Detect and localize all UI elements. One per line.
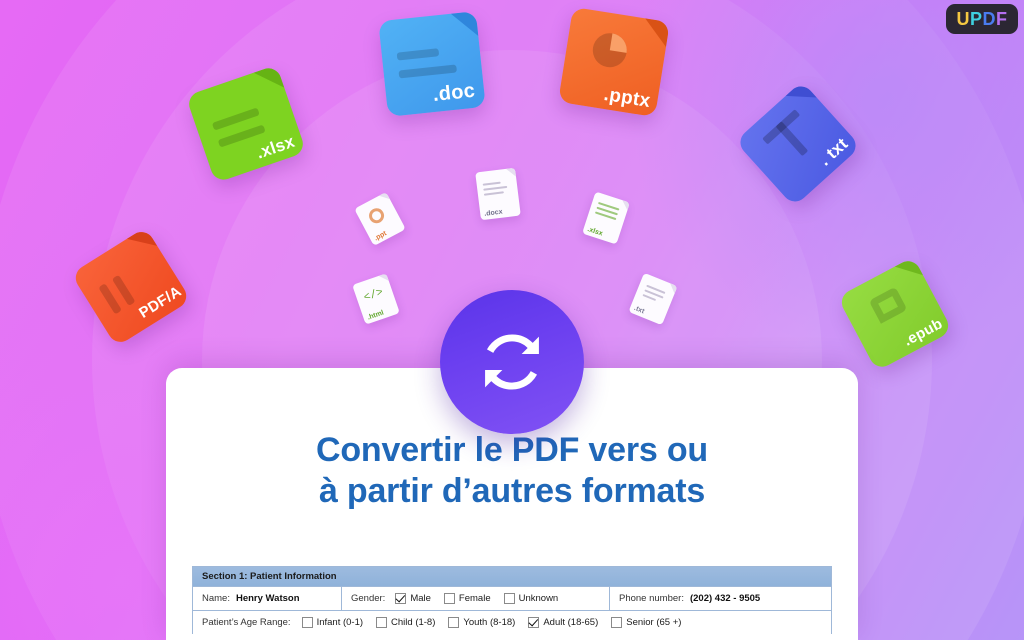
age-option-label: Infant (0-1) [316,617,364,628]
file-card-txt: . txt [735,81,861,207]
age-option-youth[interactable]: Youth (8-18) [448,617,515,628]
doc-line [483,191,504,196]
gender-option-label: Female [458,593,491,604]
file-card-label: .pptx [602,83,652,113]
age-option-label: Adult (18-65) [543,617,599,628]
page-title-line1: Convertir le PDF vers ou [316,431,708,469]
epub-glyph-icon [868,286,908,324]
form-row-age: Patient’s Age Range: Infant (0-1) Child … [193,610,831,634]
form-row-identity: Name: Henry Watson Gender: Male Female U… [193,586,831,610]
corner-fold-icon [641,18,670,47]
patient-form-preview: Section 1: Patient Information Name: Hen… [192,566,832,634]
page-title-line2: à partir d’autres formats [318,472,706,511]
checkbox-child[interactable] [376,617,388,628]
corner-fold-icon [505,167,517,178]
logo-letter-f: F [996,9,1008,29]
doc-line [482,181,501,186]
small-file-card-ppt: .ppt [354,192,406,246]
name-value: Henry Watson [235,593,300,604]
small-file-card-label: .docx [483,208,503,218]
updf-logo: UPDF [946,4,1018,34]
checkbox-senior[interactable] [611,617,623,628]
small-file-card-docx: .docx [475,167,521,221]
age-option-label: Senior (65 +) [626,617,682,628]
small-file-card-html: </> .html [352,273,400,325]
age-option-adult[interactable]: Adult (18-65) [528,617,598,628]
code-brackets-icon: </> [362,286,385,305]
file-card-doc: .doc [378,11,486,117]
glow-top-right [624,0,1024,360]
gender-option-label: Male [410,593,431,604]
gender-option-label: Unknown [518,593,559,604]
logo-letter-d: D [982,9,996,29]
doc-line [396,48,440,61]
file-card-label: .epub [900,315,946,350]
logo-letter-p: P [969,9,983,29]
promo-banner: UPDF .xlsx .doc .pptx . txt PDF/A .epub … [0,0,1024,640]
corner-fold-icon [619,200,630,211]
small-file-card-xlsx: .xlsx [582,191,630,245]
form-header-row: Section 1: Patient Information [193,567,831,586]
refresh-convert-icon [485,334,539,390]
file-card-label: . txt [815,134,852,170]
file-card-label: PDF/A [136,282,185,322]
pie-chart-icon [366,205,387,226]
checkbox-adult[interactable] [528,617,540,628]
file-card-epub: .epub [837,256,953,372]
pie-chart-slice-icon [609,33,630,53]
name-cell: Name: Henry Watson [193,587,341,610]
gender-label: Gender: [351,593,386,604]
age-option-child[interactable]: Child (1-8) [376,617,435,628]
age-option-senior[interactable]: Senior (65 +) [611,617,681,628]
gender-option-female[interactable]: Female [443,593,491,604]
corner-fold-icon [126,227,158,258]
file-card-pptx: .pptx [558,6,670,118]
logo-letter-u: U [956,9,970,29]
age-option-label: Youth (8-18) [463,617,516,628]
small-file-card-label: .txt [632,304,646,316]
small-file-card-label: .ppt [373,230,388,243]
text-t-stem-icon [775,121,809,157]
corner-fold-icon [450,11,479,39]
checkbox-female[interactable] [443,593,455,604]
age-range-cell: Patient’s Age Range: Infant (0-1) Child … [193,611,831,634]
gender-cell: Gender: Male Female Unknown [341,587,609,610]
age-option-label: Child (1-8) [391,617,436,628]
convert-badge [440,290,584,434]
gender-option-male[interactable]: Male [395,593,431,604]
file-card-label: .xlsx [253,131,298,163]
file-card-label: .doc [431,79,477,107]
file-card-pdfa: PDF/A [70,227,192,347]
file-card-xlsx: .xlsx [185,64,307,184]
checkbox-unknown[interactable] [503,593,515,604]
age-option-infant[interactable]: Infant (0-1) [301,617,364,628]
corner-fold-icon [785,81,817,113]
small-file-card-label: .xlsx [586,226,604,238]
phone-cell: Phone number: (202) 432 - 9505 [609,587,831,610]
checkbox-infant[interactable] [301,617,313,628]
form-section-title: Section 1: Patient Information [193,567,831,586]
small-file-card-label: .html [366,309,385,322]
doc-line [483,185,508,191]
phone-label: Phone number: [619,593,684,604]
age-range-label: Patient’s Age Range: [202,617,291,628]
checkbox-male[interactable] [395,593,407,604]
small-file-card-txt: .txt [628,272,678,326]
phone-value: (202) 432 - 9505 [689,593,761,604]
name-label: Name: [202,593,230,604]
doc-line [398,64,458,79]
corner-fold-icon [253,64,285,96]
corner-fold-icon [667,283,678,294]
corner-fold-icon [378,273,389,284]
corner-fold-icon [378,192,390,203]
checkbox-youth[interactable] [448,617,460,628]
corner-fold-icon [894,256,924,286]
gender-option-unknown[interactable]: Unknown [503,593,559,604]
